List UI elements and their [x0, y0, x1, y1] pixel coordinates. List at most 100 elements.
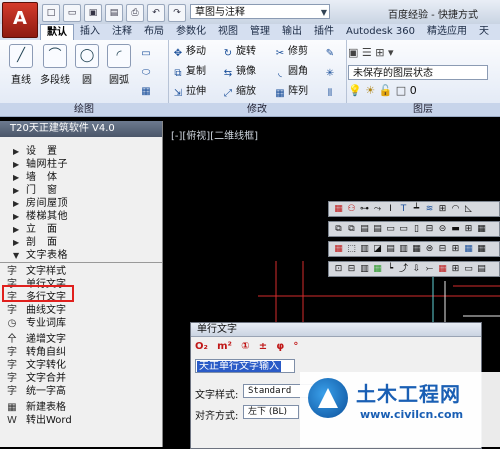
lightbulb-icon: 💡 [348, 84, 362, 97]
trim-tool[interactable]: ✂ 修剪 [274, 44, 308, 60]
cmd-text-style[interactable]: 字文字样式 [0, 265, 160, 278]
plus-minus-button[interactable]: ± [259, 341, 267, 352]
ellipse-icon[interactable]: ⬭ [140, 63, 154, 79]
word-icon: W [7, 415, 17, 426]
alignment-select[interactable]: 左下 (BL) [243, 405, 299, 419]
cmd-unify-height[interactable]: 字统一字高 [0, 385, 160, 398]
mirror-icon: ⇆ [223, 68, 233, 79]
offset-icon[interactable]: ⫴ [324, 84, 338, 100]
tab-output[interactable]: 输出 [276, 24, 308, 40]
triangle-down-icon: ▼ [13, 251, 20, 260]
triangle-right-icon: ▶ [13, 225, 20, 234]
title-bar: □ ▭ ▣ ▤ ⎙ ↶ ↷ 草图与注释 ▼ 百度经验 - 快捷方式 [0, 0, 500, 25]
rotate-tool[interactable]: ↻ 旋转 [222, 44, 256, 60]
cmd-new-table[interactable]: ▦ 新建表格 [0, 401, 160, 414]
arc-tool[interactable]: ◜ 圆弧 [104, 44, 134, 86]
tab-featured-apps[interactable]: 精选应用 [421, 24, 473, 40]
tab-view[interactable]: 视图 [212, 24, 244, 40]
open-file-icon[interactable]: ▭ [63, 4, 81, 22]
menu-text-table[interactable]: ▼ 文字表格 [0, 249, 160, 262]
tab-default[interactable]: 默认 [40, 24, 74, 40]
layer-current-row[interactable]: 💡 ☀ 🔓 □ 0 [348, 84, 417, 97]
rotate-label: 旋转 [236, 46, 256, 57]
symbol-toolbar: O₂ m² ① ± φ ° [195, 341, 304, 352]
stretch-tool[interactable]: ⇲ 拉伸 [172, 84, 206, 100]
application-menu-button[interactable]: A [2, 2, 38, 38]
mirror-tool[interactable]: ⇆ 镜像 [222, 64, 256, 80]
o2-symbol-button[interactable]: O₂ [195, 341, 208, 352]
new-file-icon[interactable]: □ [42, 4, 60, 22]
undo-icon[interactable]: ↶ [147, 4, 165, 22]
move-tool[interactable]: ✥ 移动 [172, 44, 206, 60]
redo-icon[interactable]: ↷ [168, 4, 186, 22]
layers-panel-title[interactable]: 图层 [346, 103, 500, 116]
cmd-curve-text[interactable]: 字曲线文字 [0, 304, 160, 317]
workspace-selector[interactable]: 草图与注释 ▼ [190, 4, 330, 19]
move-label: 移动 [186, 46, 206, 57]
draw-panel-title[interactable]: 绘图 [0, 103, 168, 116]
modify-panel-title[interactable]: 修改 [168, 103, 346, 116]
array-label: 阵列 [288, 86, 308, 97]
polyline-tool[interactable]: ⌒ 多段线 [38, 44, 72, 86]
triangle-right-icon: ▶ [13, 238, 20, 247]
cmd-increment-text[interactable]: 㐃递增文字 [0, 333, 160, 346]
menu-elevation[interactable]: ▶ 立 面 [0, 223, 160, 236]
menu-settings[interactable]: ▶ 设 置 [0, 145, 160, 158]
menu-axis-grid[interactable]: ▶ 轴网柱子 [0, 158, 160, 171]
tab-more[interactable]: 天 [473, 24, 495, 40]
line-icon: ╱ [9, 44, 33, 68]
circled-number-button[interactable]: ① [241, 341, 249, 352]
layer-state-field[interactable]: 未保存的图层状态 [348, 65, 488, 80]
line-tool[interactable]: ╱ 直线 [6, 44, 36, 86]
watermark-title: 土木工程网 [356, 382, 461, 406]
copy-tool[interactable]: ⧉ 复制 [172, 64, 206, 80]
scale-tool[interactable]: ⤢ 缩放 [222, 84, 256, 100]
save-icon[interactable]: ▣ [84, 4, 102, 22]
unify-height-icon: 字 [7, 386, 17, 397]
menu-section[interactable]: ▶ 剖 面 [0, 236, 160, 249]
copy-icon: ⧉ [174, 68, 182, 79]
tab-manage[interactable]: 管理 [244, 24, 276, 40]
cmd-export-word[interactable]: W 转出Word [0, 414, 160, 427]
print-icon[interactable]: ⎙ [126, 4, 144, 22]
layer-tools-icons[interactable]: ▣ ☰ ⊞ ▾ [348, 46, 393, 59]
dialog-title[interactable]: 单行文字 [191, 323, 481, 337]
floating-toolbar-2[interactable]: ⧉ ⧉ ▤ ▤ ▭ ▭ ▯ ⊟ ⊝ ▬ ⊞ ▦ [328, 221, 500, 237]
text-convert-icon: 字 [7, 360, 17, 371]
diameter-button[interactable]: φ [276, 341, 284, 352]
menu-walls[interactable]: ▶ 墙 体 [0, 171, 160, 184]
array-tool[interactable]: ▦ 阵列 [274, 84, 308, 100]
tab-autodesk360[interactable]: Autodesk 360 [340, 24, 421, 40]
erase-icon[interactable]: ✎ [324, 44, 338, 60]
save-as-icon[interactable]: ▤ [105, 4, 123, 22]
layers-panel: ▣ ☰ ⊞ ▾ 未保存的图层状态 💡 ☀ 🔓 □ 0 图层 [346, 40, 500, 116]
floating-toolbar-3[interactable]: ▦ ⬚ ▥ ◪ ▤ ▥ ▦ ⊜ ⊟ ⊞ ▦ ▦ [328, 241, 500, 257]
menu-stairs-other[interactable]: ▶ 楼梯其他 [0, 210, 160, 223]
ribbon-tabs: 默认 插入 注释 布局 参数化 视图 管理 输出 插件 Autodesk 360… [0, 24, 500, 40]
fillet-tool[interactable]: ◟ 圆角 [274, 64, 308, 80]
hatch-icon[interactable]: ▦ [140, 82, 154, 98]
degree-button[interactable]: ° [293, 341, 298, 352]
stretch-label: 拉伸 [186, 86, 206, 97]
explode-icon[interactable]: ✳ [324, 64, 338, 80]
tab-layout[interactable]: 布局 [138, 24, 170, 40]
cmd-text-convert[interactable]: 字文字转化 [0, 359, 160, 372]
floating-toolbar-1[interactable]: ▦ ⚇ ⊶ ⤳ I T ┷ ≋ ⊞ ◠ ◺ [328, 201, 500, 217]
menu-room-roof[interactable]: ▶ 房间屋顶 [0, 197, 160, 210]
lock-icon: 🔓 [378, 84, 393, 97]
floating-toolbar-4[interactable]: ⊡ ⊟ ▥ ▦ ┕ ⤴ ⇩ ⤚ ▦ ⊞ ▭ ▤ [328, 261, 500, 277]
rectangle-icon[interactable]: ▭ [140, 44, 154, 60]
tab-plugins[interactable]: 插件 [308, 24, 340, 40]
m2-symbol-button[interactable]: m² [217, 341, 232, 352]
polyline-label: 多段线 [40, 75, 70, 86]
tab-insert[interactable]: 插入 [74, 24, 106, 40]
cmd-text-merge[interactable]: 字文字合并 [0, 372, 160, 385]
watermark-url: www.civilcn.com [360, 408, 464, 421]
cmd-rotate-correct[interactable]: 字转角自纠 [0, 346, 160, 359]
cmd-professional-glossary[interactable]: ◷ 专业词库 [0, 317, 160, 330]
text-input[interactable]: 天正单行文字输入 [195, 359, 295, 373]
tab-parametric[interactable]: 参数化 [170, 24, 212, 40]
menu-doors-windows[interactable]: ▶ 门 窗 [0, 184, 160, 197]
tab-annotate[interactable]: 注释 [106, 24, 138, 40]
circle-tool[interactable]: ◯ 圆 [72, 44, 102, 86]
